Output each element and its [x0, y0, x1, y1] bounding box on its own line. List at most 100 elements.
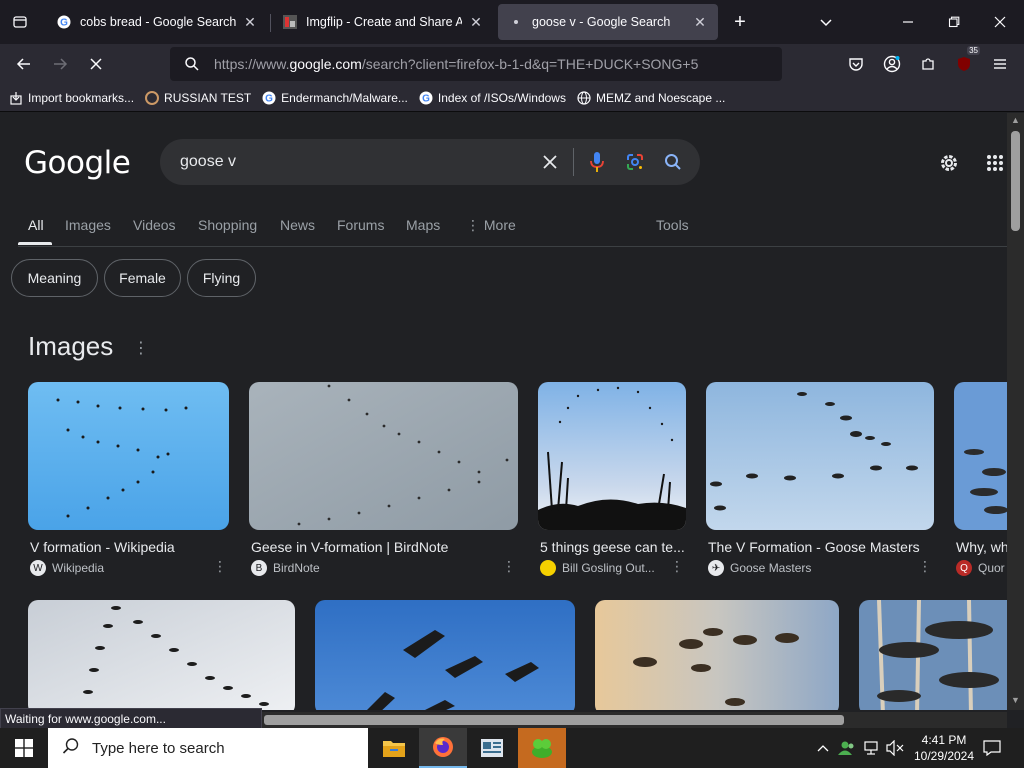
- scroll-up-arrow-icon[interactable]: ▲: [1007, 115, 1024, 129]
- search-box[interactable]: goose v: [160, 139, 700, 185]
- forward-arrow-icon[interactable]: [44, 48, 76, 80]
- image-result-thumbnail[interactable]: [28, 382, 229, 530]
- address-bar[interactable]: https://www.google.com/search?client=fir…: [170, 47, 782, 81]
- tab-imgflip[interactable]: Imgflip - Create and Share Awe ✕: [272, 4, 494, 40]
- pocket-icon[interactable]: [840, 48, 872, 80]
- bookmark-index-isos[interactable]: G Index of /ISOs/Windows: [418, 90, 566, 106]
- stop-loading-icon[interactable]: [80, 48, 112, 80]
- account-icon[interactable]: [876, 48, 908, 80]
- image-result-thumbnail[interactable]: [249, 382, 518, 530]
- news-app-icon[interactable]: [468, 728, 516, 768]
- bookmark-memz[interactable]: MEMZ and Noescape ...: [576, 90, 725, 106]
- image-result-source[interactable]: B BirdNote: [251, 560, 471, 576]
- clock-date: 10/29/2024: [913, 749, 975, 763]
- import-icon: [8, 90, 24, 106]
- ublock-extension-icon[interactable]: 35: [948, 46, 980, 80]
- minimize-icon[interactable]: [888, 0, 928, 44]
- image-result-thumbnail[interactable]: [28, 600, 295, 710]
- image-result-thumbnail[interactable]: [859, 600, 1007, 710]
- tab-forums[interactable]: Forums: [337, 217, 384, 233]
- extensions-puzzle-icon[interactable]: [912, 48, 944, 80]
- birdnote-icon: B: [251, 560, 267, 576]
- show-hidden-icons-chevron-icon[interactable]: [814, 728, 832, 768]
- image-result-thumbnail[interactable]: [315, 600, 575, 710]
- result-more-icon[interactable]: ⋮: [670, 558, 684, 575]
- bookmark-russian-test[interactable]: RUSSIAN TEST: [144, 90, 251, 106]
- notifications-icon[interactable]: [978, 728, 1006, 768]
- tab-goose-v[interactable]: goose v - Google Search ✕: [498, 4, 718, 40]
- google-logo[interactable]: Google: [24, 145, 131, 181]
- google-lens-icon[interactable]: [616, 152, 654, 172]
- bookmark-label: Import bookmarks...: [28, 90, 135, 105]
- restore-icon[interactable]: [934, 0, 974, 44]
- horizontal-scrollbar[interactable]: [262, 712, 1007, 728]
- new-tab-plus-icon[interactable]: +: [720, 0, 760, 44]
- tab-cobs-bread[interactable]: G cobs bread - Google Search ✕: [46, 4, 268, 40]
- close-window-icon[interactable]: [980, 0, 1020, 44]
- image-result-thumbnail[interactable]: [538, 382, 686, 530]
- extension-badge: 35: [967, 46, 980, 55]
- chevron-down-icon[interactable]: [806, 0, 846, 44]
- taskbar-search-placeholder: Type here to search: [92, 739, 225, 757]
- result-more-icon[interactable]: ⋮: [502, 558, 516, 575]
- image-result-thumbnail[interactable]: [595, 600, 839, 710]
- result-more-icon[interactable]: ⋮: [213, 558, 227, 575]
- image-result-source[interactable]: ✈ Goose Masters: [708, 560, 888, 576]
- taskbar-search-box[interactable]: Type here to search: [48, 728, 368, 768]
- tab-news[interactable]: News: [280, 217, 315, 233]
- bookmark-import[interactable]: Import bookmarks...: [8, 90, 134, 106]
- url-text[interactable]: https://www.google.com/search?client=fir…: [214, 56, 698, 72]
- microphone-icon[interactable]: [578, 151, 616, 173]
- tab-maps[interactable]: Maps: [406, 217, 440, 233]
- close-tab-icon[interactable]: ✕: [468, 14, 484, 31]
- search-input[interactable]: goose v: [180, 153, 531, 171]
- firefox-icon[interactable]: [419, 728, 467, 768]
- close-tab-icon[interactable]: ✕: [242, 14, 258, 31]
- list-all-tabs-icon[interactable]: [0, 0, 40, 44]
- image-result-source[interactable]: Q Quor: [956, 560, 1007, 576]
- image-result-title[interactable]: V formation - Wikipedia: [30, 539, 230, 555]
- image-result-source[interactable]: W Wikipedia: [30, 560, 200, 576]
- more-dots-icon: ⋮: [466, 217, 484, 233]
- tab-more[interactable]: ⋮ More: [466, 217, 516, 234]
- gear-icon[interactable]: [937, 151, 961, 175]
- tab-all[interactable]: All: [28, 217, 44, 233]
- search-submit-icon[interactable]: [654, 153, 692, 171]
- image-result-title[interactable]: Why, wh: [956, 539, 1007, 555]
- vertical-scrollbar[interactable]: ▲ ▼: [1007, 113, 1024, 710]
- image-result-title[interactable]: 5 things geese can te...: [540, 539, 688, 555]
- hamburger-menu-icon[interactable]: [984, 48, 1016, 80]
- scrollbar-thumb[interactable]: [1011, 131, 1020, 231]
- horizontal-scrollbar-thumb[interactable]: [264, 715, 844, 725]
- chip-flying[interactable]: Flying: [187, 259, 256, 297]
- people-tray-icon[interactable]: [836, 728, 858, 768]
- windows-start-icon[interactable]: [0, 728, 48, 768]
- apps-grid-icon[interactable]: [983, 151, 1007, 175]
- volume-muted-icon[interactable]: [884, 728, 906, 768]
- image-result-source[interactable]: Bill Gosling Out...: [540, 560, 660, 576]
- taskbar-clock[interactable]: 4:41 PM 10/29/2024: [904, 732, 984, 764]
- image-result-title[interactable]: The V Formation - Goose Masters: [708, 539, 936, 555]
- tab-videos[interactable]: Videos: [133, 217, 176, 233]
- scroll-down-arrow-icon[interactable]: ▼: [1007, 695, 1024, 709]
- tab-separator: [270, 14, 271, 32]
- chip-meaning[interactable]: Meaning: [11, 259, 98, 297]
- tab-images[interactable]: Images: [65, 217, 111, 233]
- more-options-icon[interactable]: ⋮: [133, 337, 149, 359]
- result-more-icon[interactable]: ⋮: [918, 558, 932, 575]
- bookmark-label: RUSSIAN TEST: [164, 90, 252, 105]
- image-result-thumbnail[interactable]: [954, 382, 1007, 530]
- network-icon[interactable]: [860, 728, 882, 768]
- clear-search-icon[interactable]: [531, 154, 569, 170]
- close-tab-icon[interactable]: ✕: [692, 14, 708, 31]
- bookmark-endermanch[interactable]: G Endermanch/Malware...: [261, 90, 408, 106]
- image-result-thumbnail[interactable]: [706, 382, 934, 530]
- back-arrow-icon[interactable]: [8, 48, 40, 80]
- game-app-icon[interactable]: [518, 728, 566, 768]
- chip-female[interactable]: Female: [104, 259, 181, 297]
- image-result-title[interactable]: Geese in V-formation | BirdNote: [251, 539, 519, 555]
- file-explorer-icon[interactable]: [370, 728, 418, 768]
- search-icon: [62, 737, 80, 760]
- tab-shopping[interactable]: Shopping: [198, 217, 257, 233]
- tools-button[interactable]: Tools: [656, 217, 689, 233]
